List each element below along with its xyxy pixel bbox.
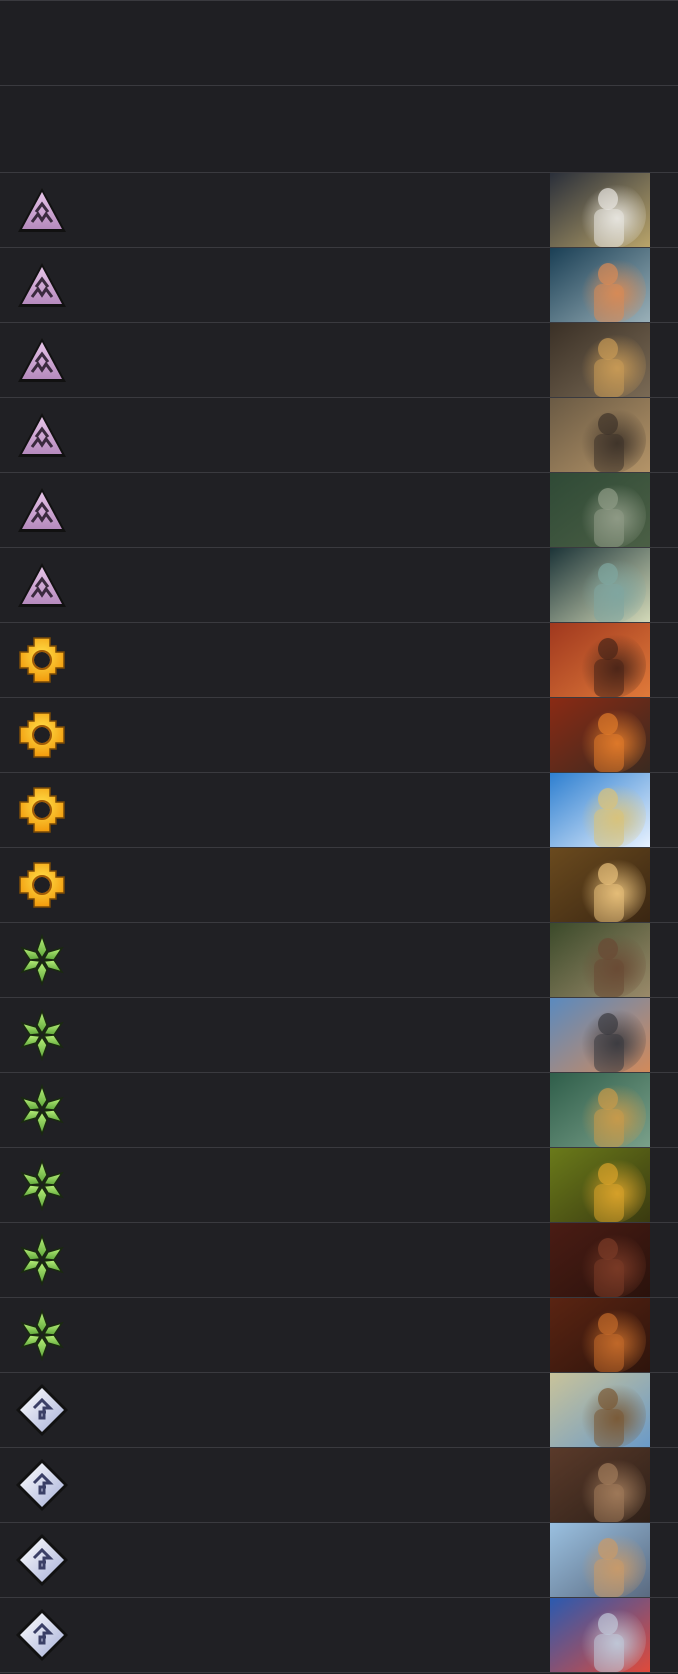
hero-row[interactable] — [0, 398, 678, 473]
green-leaf-icon — [14, 1007, 70, 1063]
hero-portrait — [550, 548, 650, 622]
hero-row[interactable] — [0, 173, 678, 248]
hero-row[interactable] — [0, 698, 678, 773]
hero-portrait — [550, 1148, 650, 1222]
hero-portrait — [550, 248, 650, 322]
hero-portrait — [550, 1223, 650, 1297]
sun-gear-icon — [14, 632, 70, 688]
hero-row[interactable] — [0, 773, 678, 848]
hero-portrait — [550, 1298, 650, 1372]
dark-triangle-icon — [14, 257, 70, 313]
hero-portrait — [550, 923, 650, 997]
silver-diamond-icon — [14, 1607, 70, 1663]
silver-diamond-icon — [14, 1532, 70, 1588]
hero-portrait — [550, 1448, 650, 1522]
silver-diamond-icon — [14, 1382, 70, 1438]
hero-portrait — [550, 473, 650, 547]
green-leaf-icon — [14, 1082, 70, 1138]
hero-list — [0, 173, 678, 1673]
hero-portrait — [550, 323, 650, 397]
green-leaf-icon — [14, 1232, 70, 1288]
hero-portrait — [550, 398, 650, 472]
green-leaf-icon — [14, 1307, 70, 1363]
green-leaf-icon — [14, 932, 70, 988]
hero-row[interactable] — [0, 1073, 678, 1148]
hero-portrait — [550, 998, 650, 1072]
hero-row[interactable] — [0, 1148, 678, 1223]
hero-portrait — [550, 1073, 650, 1147]
hero-portrait — [550, 698, 650, 772]
sun-gear-icon — [14, 857, 70, 913]
green-leaf-icon — [14, 1157, 70, 1213]
hero-row[interactable] — [0, 1373, 678, 1448]
hero-portrait — [550, 1598, 650, 1672]
hero-list-page — [0, 0, 678, 1674]
hero-row[interactable] — [0, 998, 678, 1073]
hero-row[interactable] — [0, 1523, 678, 1598]
hero-portrait — [550, 773, 650, 847]
sun-gear-icon — [14, 707, 70, 763]
dark-triangle-icon — [14, 557, 70, 613]
hero-row[interactable] — [0, 548, 678, 623]
dark-triangle-icon — [14, 407, 70, 463]
hero-row[interactable] — [0, 248, 678, 323]
hero-row[interactable] — [0, 848, 678, 923]
dark-triangle-icon — [14, 182, 70, 238]
silver-diamond-icon — [14, 1457, 70, 1513]
hero-row[interactable] — [0, 1598, 678, 1673]
hero-row[interactable] — [0, 323, 678, 398]
hero-row[interactable] — [0, 473, 678, 548]
dark-triangle-icon — [14, 332, 70, 388]
filter-bar — [0, 86, 678, 173]
hero-row[interactable] — [0, 623, 678, 698]
header-bar — [0, 0, 678, 86]
sun-gear-icon — [14, 782, 70, 838]
hero-row[interactable] — [0, 923, 678, 998]
hero-row[interactable] — [0, 1223, 678, 1298]
hero-portrait — [550, 1373, 650, 1447]
hero-row[interactable] — [0, 1298, 678, 1373]
hero-portrait — [550, 848, 650, 922]
hero-portrait — [550, 1523, 650, 1597]
hero-row[interactable] — [0, 1448, 678, 1523]
hero-portrait — [550, 623, 650, 697]
hero-portrait — [550, 173, 650, 247]
dark-triangle-icon — [14, 482, 70, 538]
